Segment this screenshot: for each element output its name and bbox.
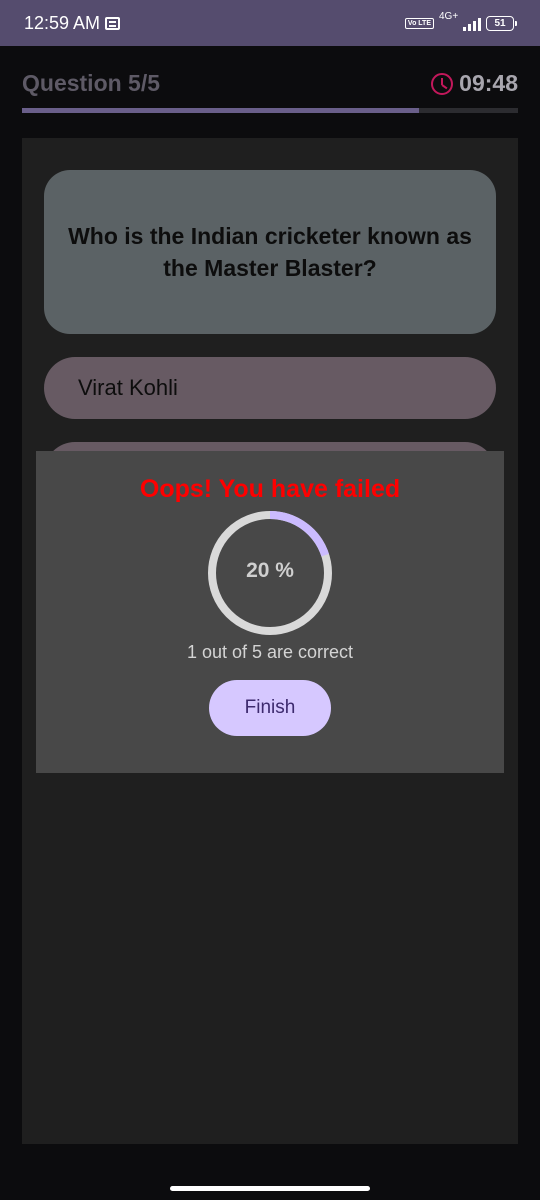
home-indicator[interactable] [170,1186,370,1191]
score-percent: 20 % [246,559,294,582]
timer: 09:48 [431,70,518,97]
volte-icon: Vo LTE [404,17,434,29]
status-bar: 12:59 AM Vo LTE 4G+ 51 [0,0,540,46]
network-type: 4G+ [439,11,459,22]
battery-icon: 51 [486,15,517,31]
quiz-header: Question 5/5 09:48 [22,46,518,122]
question-card: Who is the Indian cricketer known as the… [44,170,496,334]
question-counter: Question 5/5 [22,70,161,96]
signal-icon: 4G+ [439,11,481,33]
notification-icon [105,16,121,30]
score-summary: 1 out of 5 are correct [186,642,354,662]
answer-option-1[interactable]: Virat Kohli [44,357,496,419]
result-dialog: Oops! You have failed 20 % 1 out of 5 ar… [36,451,504,773]
answer-option-label: Virat Kohli [78,375,178,400]
result-title: Oops! You have failed [139,475,401,503]
quiz-progress-bar [22,108,518,113]
quiz-progress-fill [22,108,419,113]
clock-icon [431,72,454,95]
finish-button[interactable]: Finish [209,680,331,736]
status-left: 12:59 AM [24,12,121,34]
timer-text: 09:48 [459,70,518,96]
battery-level: 51 [494,17,506,29]
status-time: 12:59 AM [24,12,101,33]
score-ring: 20 % [206,509,334,637]
signal-bars [463,18,481,31]
status-right: Vo LTE 4G+ 51 [404,11,517,33]
